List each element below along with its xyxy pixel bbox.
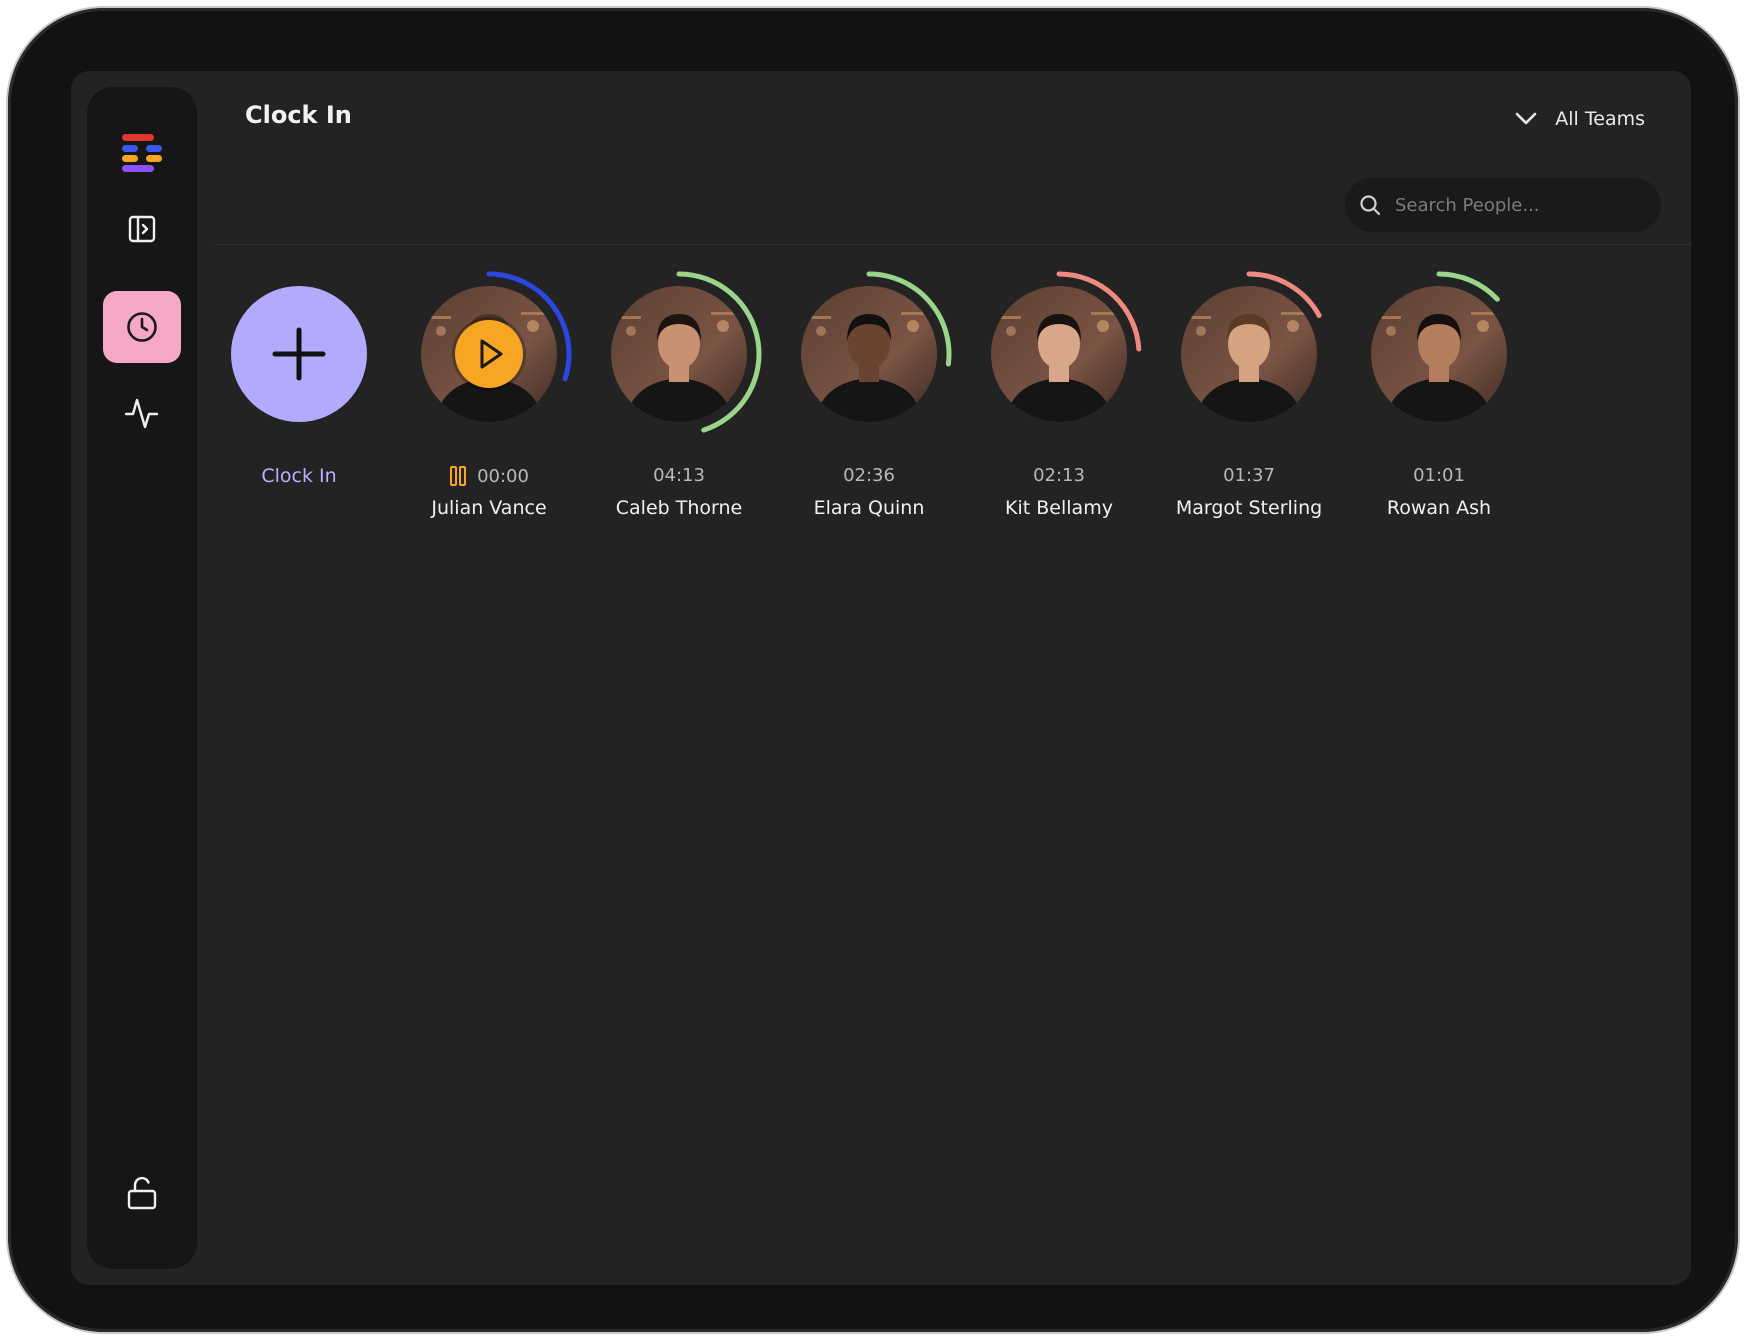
avatar [1181,286,1317,422]
lock-button[interactable] [103,1157,181,1229]
sidebar-item-activity[interactable] [103,377,181,449]
app-logo[interactable] [103,117,181,189]
avatar [991,286,1127,422]
timer: 00:00 [394,465,584,487]
sidebar-expand-icon [128,215,156,243]
timer-value: 02:36 [843,465,895,486]
avatar-wrap [1154,259,1344,449]
clock-icon [127,312,157,342]
avatar-wrap [584,259,774,449]
pause-icon [450,466,467,486]
person-name: Caleb Thorne [615,497,743,519]
team-filter-dropdown[interactable]: All Teams [1515,101,1645,137]
person-name: Elara Quinn [813,497,925,519]
timer: 04:13 [584,465,774,486]
avatar-wrap [774,259,964,449]
timer-value: 00:00 [477,465,529,487]
avatar [801,286,937,422]
avatar [1371,286,1507,422]
app-screen: Clock In All Teams Search People... Cloc… [71,71,1691,1285]
person-tile[interactable]: 00:00 Julian Vance [394,259,584,519]
sidebar-item-clock[interactable] [103,291,181,363]
clock-in-wrap [204,259,394,449]
person-name: Rowan Ash [1386,497,1492,519]
page-title: Clock In [245,101,352,129]
person-tile[interactable]: 01:01 Rowan Ash [1344,259,1534,519]
timer: 01:37 [1154,465,1344,486]
timer-value: 01:37 [1223,465,1275,486]
timer-value: 02:13 [1033,465,1085,486]
clock-in-tile: Clock In [204,259,394,519]
header-divider [215,244,1691,245]
stacked-bars-logo-icon [122,134,162,172]
play-icon [480,339,503,369]
avatar-portrait [611,286,747,422]
timer: 02:36 [774,465,964,486]
sidebar-toggle-button[interactable] [103,193,181,265]
clock-in-button[interactable] [231,286,367,422]
clock-in-label: Clock In [261,465,337,487]
timer: 02:13 [964,465,1154,486]
person-tile[interactable]: 01:37 Margot Sterling [1154,259,1344,519]
avatar-portrait [1181,286,1317,422]
avatar [611,286,747,422]
avatar-portrait [1371,286,1507,422]
avatar-portrait [991,286,1127,422]
person-tile[interactable]: 02:36 Elara Quinn [774,259,964,519]
search-box[interactable] [1345,178,1661,232]
search-icon [1360,195,1381,216]
resume-button[interactable] [455,320,523,388]
avatar-wrap [394,259,584,449]
team-filter-label: All Teams [1555,108,1645,130]
sidebar [87,87,197,1269]
unlock-icon [127,1176,157,1210]
plus-icon [272,327,326,381]
tablet-frame: Clock In All Teams Search People... Cloc… [8,8,1738,1332]
search-input[interactable] [1393,193,1637,217]
person-name: Julian Vance [431,497,547,519]
timer-value: 04:13 [653,465,705,486]
avatar-wrap [964,259,1154,449]
person-tile[interactable]: 04:13 Caleb Thorne [584,259,774,519]
person-name: Margot Sterling [1175,497,1323,519]
avatar-wrap [1344,259,1534,449]
person-name: Kit Bellamy [1005,497,1113,519]
timer-value: 01:01 [1413,465,1465,486]
avatar-portrait [801,286,937,422]
chevron-down-icon [1515,112,1537,125]
activity-pulse-icon [124,398,159,429]
person-tile[interactable]: 02:13 Kit Bellamy [964,259,1154,519]
timer: 01:01 [1344,465,1534,486]
